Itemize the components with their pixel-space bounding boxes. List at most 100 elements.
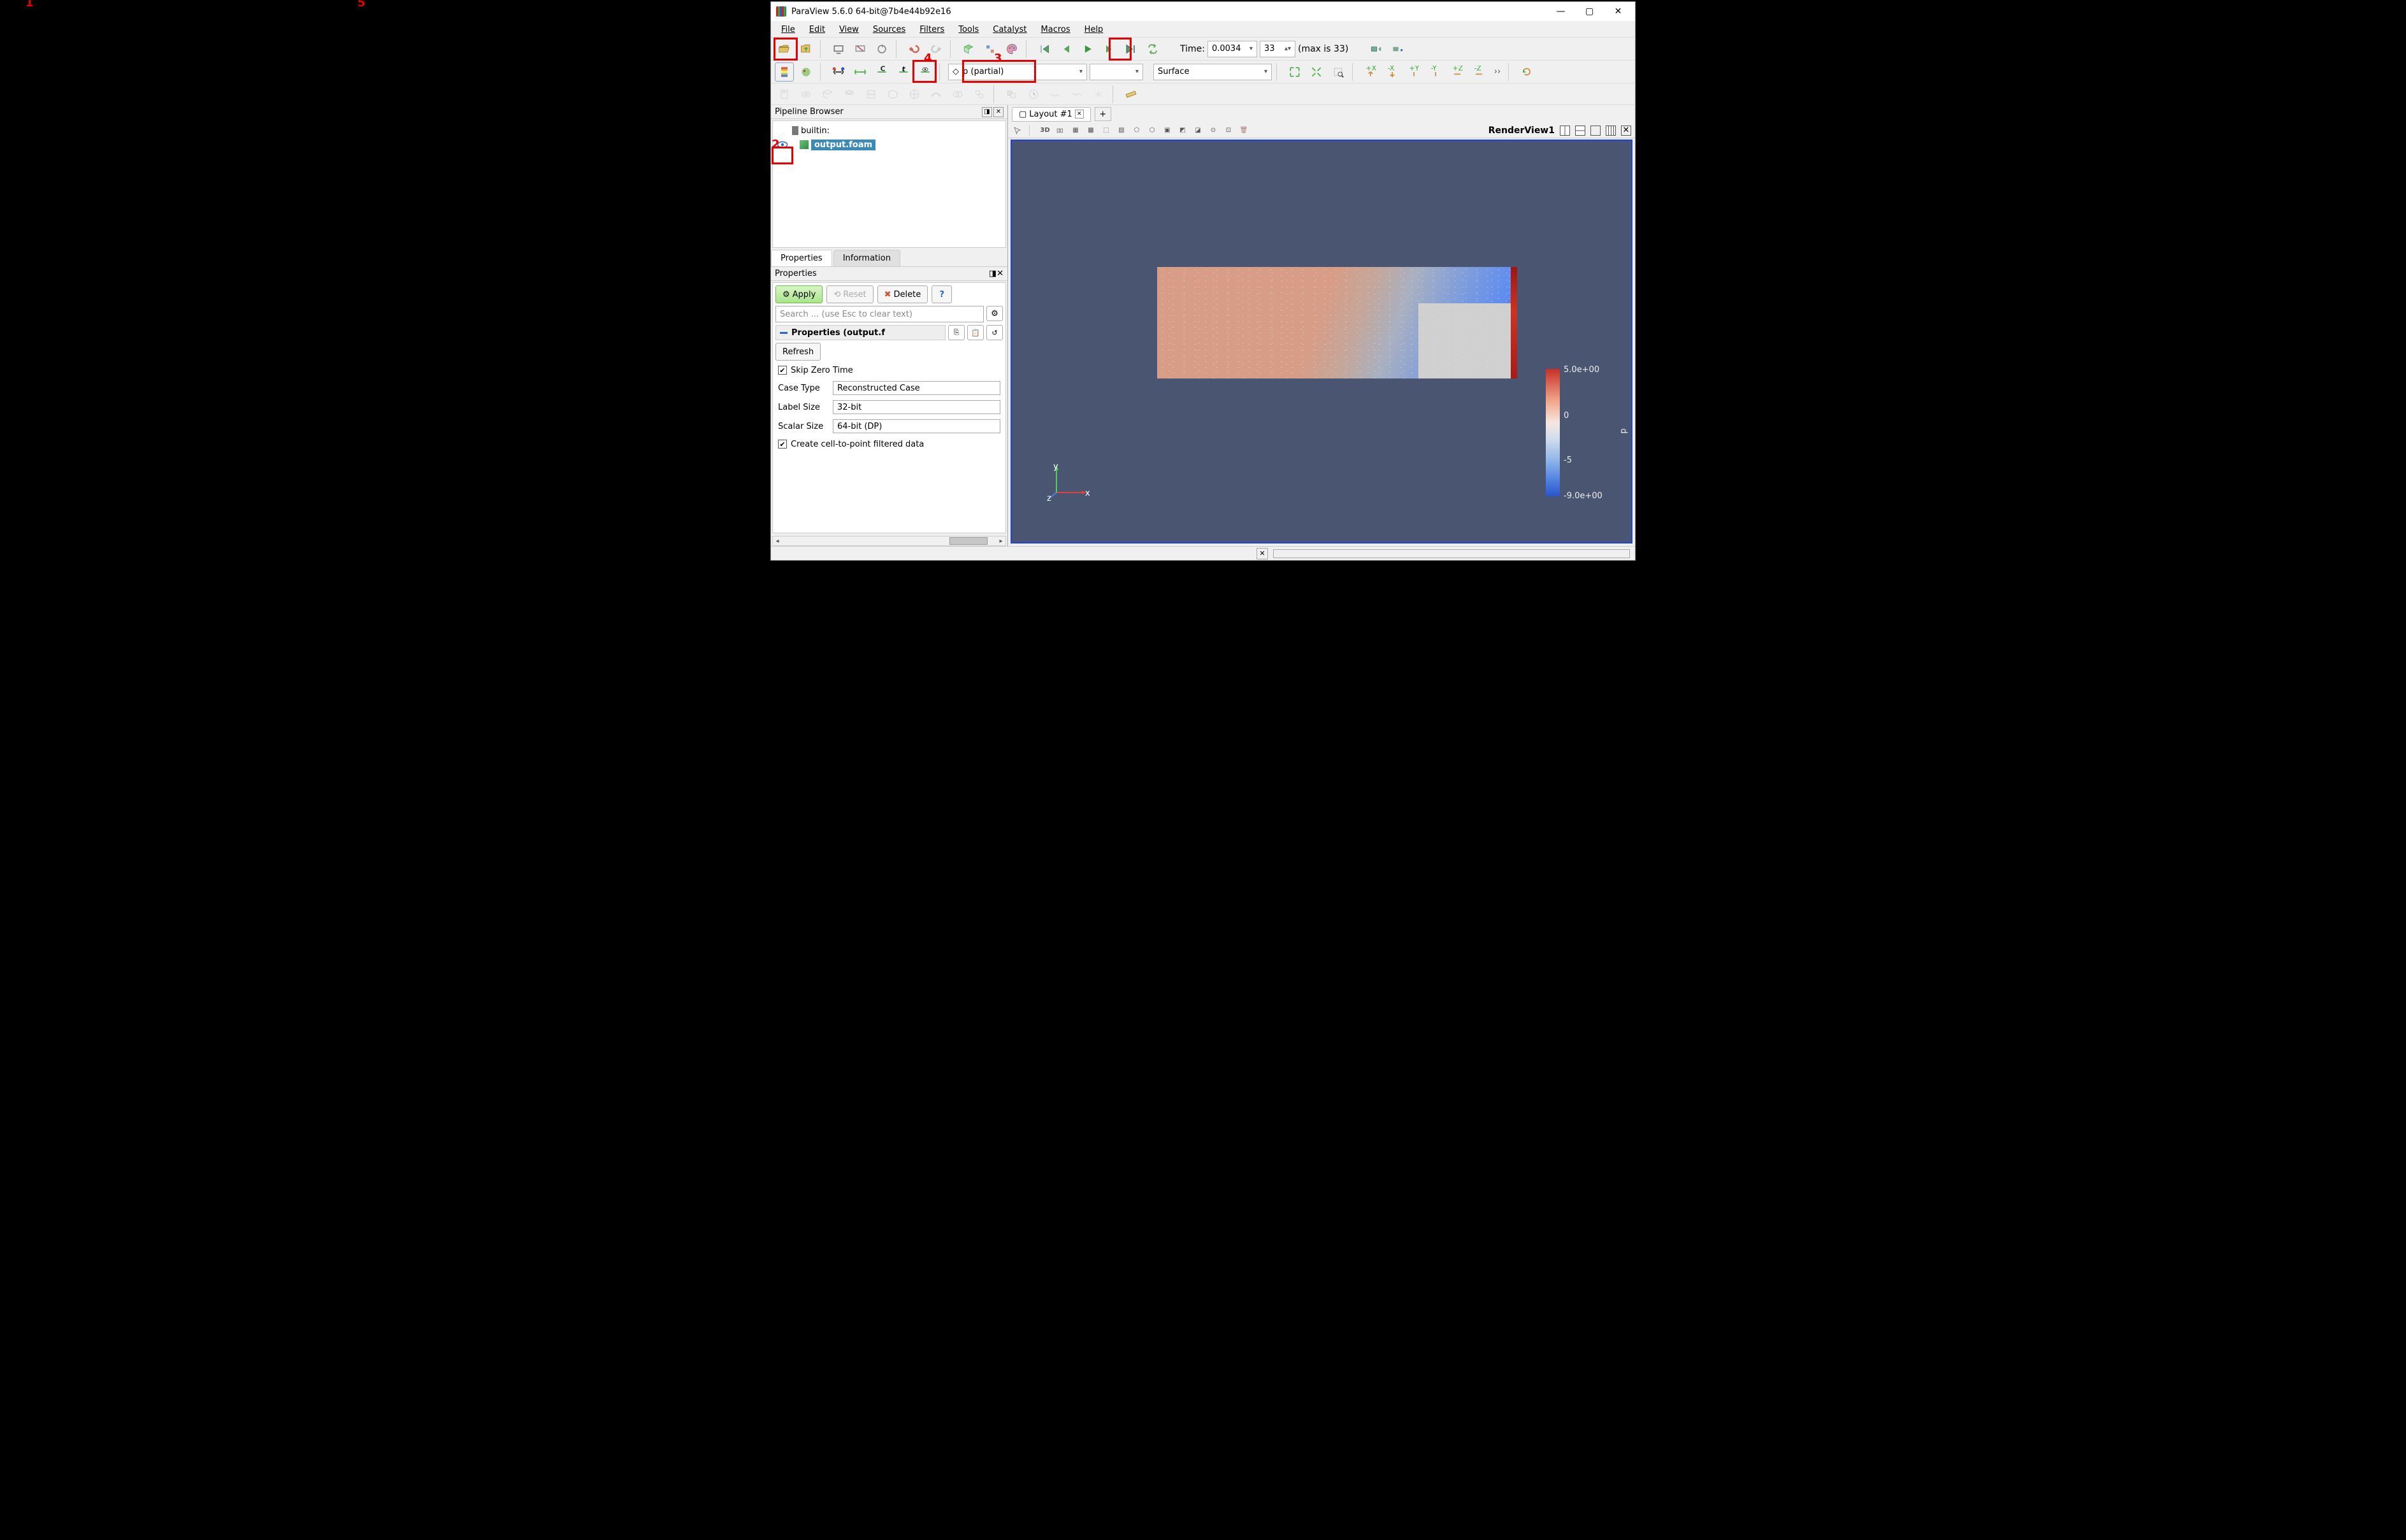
- scalar-size-combo[interactable]: 64-bit (DP): [833, 419, 1000, 433]
- temporal-button[interactable]: [1024, 85, 1043, 104]
- last-frame-button[interactable]: [1121, 40, 1141, 59]
- time-value-combo[interactable]: 0.0034▾: [1207, 41, 1257, 57]
- cell-to-point-checkbox[interactable]: ✔ Create cell-to-point filtered data: [775, 437, 1003, 451]
- representation-combo[interactable]: Surface▾: [1153, 64, 1272, 80]
- clip-button[interactable]: [818, 85, 837, 104]
- properties-hscrollbar[interactable]: ◂ ▸: [772, 536, 1006, 546]
- pipeline-close-button[interactable]: ✕: [993, 107, 1004, 117]
- split-v-button[interactable]: [1575, 126, 1585, 136]
- reset-button[interactable]: ⟲ Reset: [826, 285, 873, 303]
- calculator-button[interactable]: [775, 85, 794, 104]
- minus-z-button[interactable]: -Z: [1469, 62, 1488, 82]
- menu-file[interactable]: File: [775, 23, 802, 36]
- loop-button[interactable]: [1143, 40, 1162, 59]
- disconnect-button[interactable]: [851, 40, 870, 59]
- zoom-to-data-button[interactable]: [1307, 62, 1326, 82]
- menu-macros[interactable]: Macros: [1035, 23, 1077, 36]
- menu-edit[interactable]: Edit: [803, 23, 832, 36]
- menu-catalyst[interactable]: Catalyst: [986, 23, 1033, 36]
- play-button[interactable]: [1078, 40, 1097, 59]
- layout-add-button[interactable]: +: [1095, 107, 1111, 121]
- pipeline-tree[interactable]: 2 builtin: output.foam: [772, 120, 1006, 248]
- skip-zero-checkbox[interactable]: ✔ Skip Zero Time: [775, 363, 1003, 377]
- connect-button[interactable]: [829, 40, 848, 59]
- properties-group-header[interactable]: Properties (output.f: [775, 325, 946, 340]
- add-camera-button[interactable]: [1388, 40, 1407, 59]
- hover-cell-button[interactable]: ⊡: [1223, 125, 1234, 136]
- delete-button[interactable]: ✖ Delete: [877, 285, 928, 303]
- pipeline-float-button[interactable]: ◨: [982, 107, 992, 117]
- paste-props-button[interactable]: 📋: [967, 325, 984, 340]
- color-array-combo[interactable]: ◇ p (partial) ▾: [948, 64, 1087, 80]
- properties-float-button[interactable]: ◨: [989, 269, 997, 278]
- source-item[interactable]: output.foam: [811, 140, 875, 150]
- select-polygon-points-button[interactable]: ⬠: [1131, 125, 1142, 136]
- copy-props-button[interactable]: ⎘: [948, 325, 965, 340]
- extract-surface-button[interactable]: [883, 85, 902, 104]
- wave2-button[interactable]: [1067, 85, 1086, 104]
- plus-y-button[interactable]: +Y: [1404, 62, 1423, 82]
- prev-frame-button[interactable]: [1056, 40, 1076, 59]
- group-button[interactable]: [970, 85, 989, 104]
- scroll-right-icon[interactable]: ▸: [997, 538, 1005, 545]
- clear-selection-button[interactable]: 🗑: [1238, 125, 1250, 136]
- menu-filters[interactable]: Filters: [913, 23, 951, 36]
- plus-z-button[interactable]: +Z: [1448, 62, 1467, 82]
- save-data-button[interactable]: [796, 40, 816, 59]
- color-palette-button[interactable]: [1002, 40, 1021, 59]
- adjust-camera-button[interactable]: [1366, 40, 1385, 59]
- reload-files-button[interactable]: [872, 40, 891, 59]
- search-input[interactable]: Search ... (use Esc to clear text): [775, 306, 984, 322]
- wave-button[interactable]: [1046, 85, 1065, 104]
- select-points-on-button[interactable]: ▦: [1070, 125, 1081, 136]
- tab-information[interactable]: Information: [833, 250, 900, 266]
- extract-block-button[interactable]: [1002, 85, 1021, 104]
- menu-sources[interactable]: Sources: [867, 23, 912, 36]
- apply-button[interactable]: ⚙ Apply: [775, 285, 823, 303]
- scalar-bar-button[interactable]: [775, 62, 794, 82]
- select-polygon-cells-button[interactable]: ⬡: [1146, 125, 1158, 136]
- time-index-spin[interactable]: 33 ▴▾: [1260, 41, 1295, 57]
- maximize-view-button[interactable]: [1590, 126, 1601, 136]
- rescale-data-button[interactable]: [829, 62, 848, 82]
- open-file-button[interactable]: [775, 40, 794, 59]
- restore-view-button[interactable]: [1606, 126, 1616, 136]
- plus-x-button[interactable]: +X: [1361, 62, 1380, 82]
- stream-tracer-button[interactable]: [926, 85, 946, 104]
- minus-x-button[interactable]: -X: [1383, 62, 1402, 82]
- slice-button[interactable]: [840, 85, 859, 104]
- rescale-visible-button[interactable]: C: [872, 62, 891, 82]
- component-combo[interactable]: ▾: [1090, 64, 1143, 80]
- more-views-button[interactable]: ››: [1491, 62, 1504, 82]
- scroll-thumb[interactable]: [949, 537, 988, 545]
- menu-view[interactable]: View: [833, 23, 865, 36]
- minimize-button[interactable]: —: [1546, 3, 1575, 20]
- undo-button[interactable]: [905, 40, 924, 59]
- select-block-button[interactable]: ▣: [1162, 125, 1173, 136]
- camera-button[interactable]: [1055, 125, 1066, 136]
- first-frame-button[interactable]: [1035, 40, 1054, 59]
- ruler-button[interactable]: [1121, 85, 1141, 104]
- split-h-button[interactable]: [1560, 126, 1570, 136]
- menu-help[interactable]: Help: [1078, 23, 1110, 36]
- contour-button[interactable]: [796, 85, 816, 104]
- menu-tools[interactable]: Tools: [952, 23, 985, 36]
- select-cells-on-button[interactable]: ▩: [1085, 125, 1097, 136]
- rotate-90-button[interactable]: [1517, 62, 1536, 82]
- refresh-button[interactable]: Refresh: [775, 343, 821, 361]
- advanced-gear-button[interactable]: ⚙: [986, 306, 1003, 321]
- next-frame-button[interactable]: [1100, 40, 1119, 59]
- glyph-button[interactable]: [905, 85, 924, 104]
- case-type-combo[interactable]: Reconstructed Case: [833, 381, 1000, 395]
- reset-camera-button[interactable]: [1285, 62, 1304, 82]
- hover-point-button[interactable]: ⊙: [1207, 125, 1219, 136]
- select-points-through-button[interactable]: ⬚: [1100, 125, 1112, 136]
- find-data-button[interactable]: [959, 40, 978, 59]
- interactive-select-points-button[interactable]: ◪: [1192, 125, 1204, 136]
- restore-defaults-button[interactable]: ↺: [986, 325, 1003, 340]
- status-close-button[interactable]: ✕: [1257, 548, 1268, 559]
- mode-3d-button[interactable]: 3D: [1039, 125, 1051, 136]
- rescale-custom-button[interactable]: [851, 62, 870, 82]
- properties-close-button[interactable]: ✕: [997, 269, 1004, 278]
- rescale-eye-button[interactable]: [916, 62, 935, 82]
